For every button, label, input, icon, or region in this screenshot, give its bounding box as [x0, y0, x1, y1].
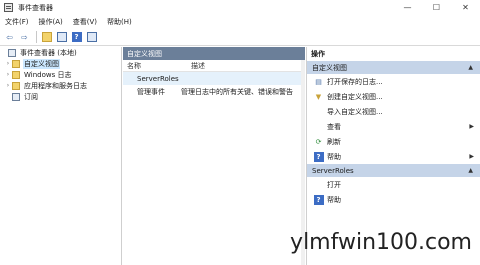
action-refresh[interactable]: ⟳ 刷新: [307, 134, 480, 149]
back-arrow-icon: ⇦: [6, 32, 13, 42]
collapse-caret-icon[interactable]: ▲: [468, 64, 473, 71]
action-label: 打开: [327, 180, 341, 189]
folder-icon: [12, 81, 20, 90]
maximize-button[interactable]: ☐: [422, 0, 451, 15]
help-icon: ?: [312, 151, 325, 162]
action-label: 创建自定义视图...: [327, 92, 383, 101]
refresh-icon: ⟳: [315, 137, 322, 146]
tree-item-label: Windows 日志: [24, 70, 72, 79]
folder-tree-icon: [41, 32, 52, 42]
column-headers: 名称 描述: [123, 60, 305, 72]
expand-chevron-icon[interactable]: ›: [4, 71, 12, 78]
action-label: 帮助: [327, 152, 341, 161]
tree-item-label: 事件查看器 (本地): [20, 48, 77, 57]
tree-item-label: 应用程序和服务日志: [24, 81, 87, 90]
menu-bar: 文件(F) 操作(A) 查看(V) 帮助(H): [0, 15, 480, 29]
show-hide-action-pane-button[interactable]: [85, 31, 98, 44]
submenu-arrow-icon: ▶: [469, 123, 474, 130]
help-toolbar-button[interactable]: ?: [70, 31, 83, 44]
site-watermark: ylmfwin100.com: [290, 230, 472, 255]
action-help-serverroles[interactable]: ? 帮助: [307, 192, 480, 207]
section-title: ServerRoles: [312, 166, 354, 175]
expand-chevron-icon[interactable]: ›: [4, 82, 12, 89]
action-label: 查看: [327, 122, 341, 131]
action-import-custom-view[interactable]: 导入自定义视图...: [307, 104, 480, 119]
event-viewer-icon: [4, 3, 13, 12]
menu-help[interactable]: 帮助(H): [102, 17, 137, 27]
action-create-custom-view[interactable]: ▼ 创建自定义视图...: [307, 89, 480, 104]
results-pane-header: 自定义视图: [123, 47, 305, 60]
action-label: 帮助: [327, 195, 341, 204]
row-name: 管理事件: [137, 87, 165, 96]
action-icon-blank: [312, 179, 325, 190]
tree-item-custom-views[interactable]: › 自定义视图: [0, 58, 121, 69]
action-icon-blank: [312, 121, 325, 132]
row-name: ServerRoles: [137, 74, 179, 83]
filter-icon: ▼: [315, 92, 322, 101]
table-row[interactable]: 管理事件 管理日志中的所有关键、错误和警告: [123, 85, 305, 98]
console-tree: 事件查看器 (本地) › 自定义视图 › Windows 日志 › 应用程序和服…: [0, 47, 122, 265]
folder-icon: [12, 59, 20, 68]
action-help[interactable]: ? 帮助 ▶: [307, 149, 480, 164]
submenu-arrow-icon: ▶: [469, 153, 474, 160]
menu-file[interactable]: 文件(F): [0, 17, 34, 27]
properties-icon: [56, 32, 67, 42]
tree-item-label: 订阅: [24, 92, 38, 101]
help-icon: ?: [71, 32, 82, 42]
row-description: 管理日志中的所有关键、错误和警告: [181, 87, 293, 96]
actions-pane-title: 操作: [311, 50, 325, 58]
action-view[interactable]: 查看 ▶: [307, 119, 480, 134]
forward-arrow-icon: ⇨: [21, 32, 28, 42]
action-icon-blank: [312, 106, 325, 117]
action-pane-icon: [86, 32, 97, 42]
menu-view[interactable]: 查看(V): [68, 17, 102, 27]
tree-item-event-viewer-local[interactable]: 事件查看器 (本地): [0, 47, 121, 58]
back-button[interactable]: ⇦: [3, 31, 16, 44]
expand-chevron-icon[interactable]: ›: [4, 60, 12, 67]
minimize-button[interactable]: —: [393, 0, 422, 15]
toolbar-separator: [36, 31, 37, 43]
window-controls: — ☐ ✕: [393, 0, 480, 15]
help-icon: ?: [312, 194, 325, 205]
action-open[interactable]: 打开: [307, 177, 480, 192]
tree-item-app-service-logs[interactable]: › 应用程序和服务日志: [0, 80, 121, 91]
window-title: 事件查看器: [18, 3, 53, 12]
folder-icon: [12, 70, 20, 79]
action-open-saved-log[interactable]: ▤ 打开保存的日志...: [307, 74, 480, 89]
table-row[interactable]: ServerRoles: [123, 72, 305, 85]
column-header-name[interactable]: 名称: [123, 61, 191, 71]
tree-item-subscriptions[interactable]: 订阅: [0, 91, 121, 102]
results-pane: 自定义视图 名称 描述 ServerRoles 管理事件 管理日志中的所有关键、…: [123, 47, 305, 265]
open-log-icon: ▤: [315, 77, 322, 86]
event-viewer-icon: [8, 48, 16, 57]
section-title: 自定义视图: [312, 63, 347, 72]
subscription-icon: [12, 92, 20, 101]
actions-section-custom-views[interactable]: 自定义视图 ▲: [307, 61, 480, 74]
collapse-caret-icon[interactable]: ▲: [468, 167, 473, 174]
title-bar: 事件查看器 — ☐ ✕: [0, 0, 480, 15]
action-label: 刷新: [327, 137, 341, 146]
actions-section-serverroles[interactable]: ServerRoles ▲: [307, 164, 480, 177]
close-button[interactable]: ✕: [451, 0, 480, 15]
properties-button[interactable]: [55, 31, 68, 44]
tree-item-windows-logs[interactable]: › Windows 日志: [0, 69, 121, 80]
action-label: 打开保存的日志...: [327, 77, 383, 86]
column-header-description[interactable]: 描述: [191, 61, 205, 71]
help-glyph: ?: [313, 194, 324, 205]
forward-button[interactable]: ⇨: [18, 31, 31, 44]
menu-action[interactable]: 操作(A): [34, 17, 68, 27]
action-label: 导入自定义视图...: [327, 107, 383, 116]
tree-item-label: 自定义视图: [23, 58, 60, 69]
help-glyph: ?: [313, 151, 324, 162]
show-hide-tree-button[interactable]: [40, 31, 53, 44]
toolbar: ⇦ ⇨ ?: [0, 29, 480, 46]
